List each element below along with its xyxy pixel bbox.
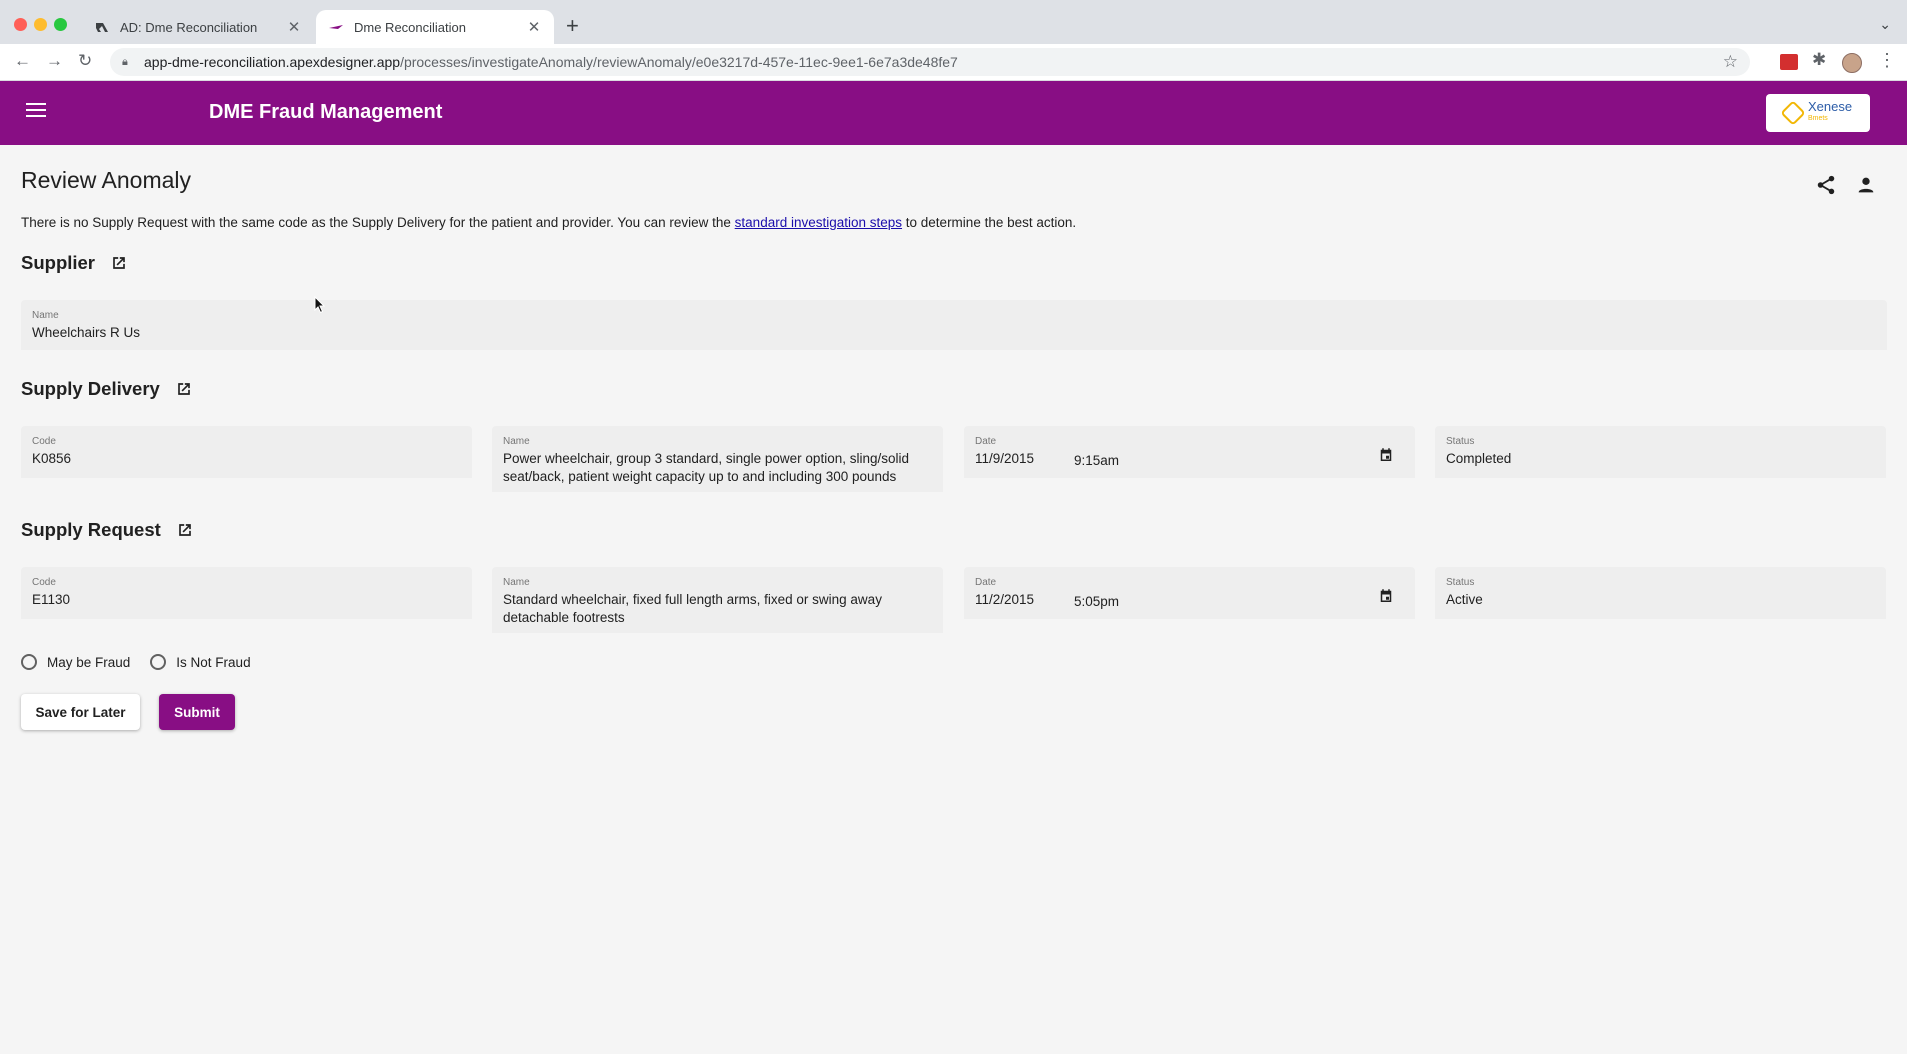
delivery-date-field[interactable]: Date 11/9/2015 9:15am	[964, 426, 1415, 478]
request-name-value: Standard wheelchair, fixed full length a…	[503, 592, 882, 625]
standard-investigation-steps-link[interactable]: standard investigation steps	[735, 215, 902, 230]
delivery-status-value: Completed	[1446, 451, 1512, 466]
calendar-icon[interactable]	[1377, 587, 1395, 605]
open-in-new-icon[interactable]	[109, 253, 129, 273]
back-arrow-icon[interactable]: ←	[14, 51, 31, 71]
request-date-value: 11/2/2015	[975, 592, 1035, 607]
is-not-fraud-radio[interactable]	[150, 654, 167, 670]
browser-tab-ad[interactable]: AD: Dme Reconciliation ✕	[82, 10, 314, 44]
request-status-value: Active	[1446, 592, 1483, 607]
supplier-name-value: Wheelchairs R Us	[32, 325, 141, 340]
extensions-puzzle-icon[interactable]: ✱	[1812, 50, 1826, 70]
request-code-value: E1130	[32, 592, 71, 607]
is-not-fraud-label[interactable]: Is Not Fraud	[176, 655, 250, 670]
url-host: app-dme-reconciliation.apexdesigner.app	[144, 54, 401, 70]
delivery-date-value: 11/9/2015	[975, 451, 1035, 466]
minimize-window-button[interactable]	[34, 18, 47, 31]
page-title: Review Anomaly	[21, 167, 192, 193]
delivery-code-value: K0856	[32, 451, 72, 466]
browser-tab-bar: AD: Dme Reconciliation ✕ Dme Reconciliat…	[0, 0, 1907, 44]
maximize-window-button[interactable]	[54, 18, 67, 31]
url-path: /processes/investigateAnomaly/reviewAnom…	[400, 54, 958, 70]
bookmark-star-icon[interactable]: ☆	[1723, 52, 1738, 72]
profile-avatar[interactable]	[1842, 53, 1862, 73]
calendar-icon[interactable]	[1377, 446, 1395, 464]
submit-button[interactable]: Submit	[159, 694, 235, 730]
close-tab-icon[interactable]: ✕	[526, 18, 542, 36]
open-in-new-icon[interactable]	[175, 520, 195, 540]
supply-request-section-title: Supply Request	[21, 519, 195, 541]
apex-favicon-icon	[328, 19, 344, 35]
mouse-cursor-icon	[314, 296, 326, 314]
logo-mark-icon	[1780, 100, 1806, 126]
hamburger-menu-icon[interactable]	[26, 103, 46, 119]
request-code-field[interactable]: Code E1130	[21, 567, 472, 619]
browser-toolbar: ← → ↻ 🔒︎ app-dme-reconciliation.apexdesi…	[0, 44, 1907, 81]
company-logo: Xenese Bmets	[1766, 94, 1870, 132]
tab-search-chevron-icon[interactable]: ⌄	[1879, 16, 1891, 33]
intro-text: There is no Supply Request with the same…	[21, 215, 1077, 230]
request-status-field[interactable]: Status Active	[1435, 567, 1886, 619]
delivery-name-field[interactable]: Name Power wheelchair, group 3 standard,…	[492, 426, 943, 492]
delivery-time-value[interactable]: 9:15am	[1074, 453, 1119, 468]
apex-favicon-icon	[94, 19, 110, 35]
delivery-status-field[interactable]: Status Completed	[1435, 426, 1886, 478]
save-for-later-button[interactable]: Save for Later	[21, 694, 140, 730]
address-bar[interactable]: 🔒︎ app-dme-reconciliation.apexdesigner.a…	[110, 48, 1750, 76]
forward-arrow-icon[interactable]: →	[46, 51, 63, 71]
share-icon[interactable]	[1815, 174, 1837, 196]
browser-menu-icon[interactable]: ⋮	[1878, 50, 1896, 71]
tab-title: AD: Dme Reconciliation	[120, 19, 258, 35]
supply-delivery-section-title: Supply Delivery	[21, 378, 194, 400]
supplier-section-title: Supplier	[21, 252, 129, 274]
app-title: DME Fraud Management	[209, 101, 443, 123]
logo-text: Xenese	[1807, 99, 1853, 114]
may-be-fraud-label[interactable]: May be Fraud	[47, 655, 130, 670]
person-icon[interactable]	[1855, 174, 1877, 196]
browser-tab-dme[interactable]: Dme Reconciliation ✕	[316, 10, 554, 44]
reload-icon[interactable]: ↻	[78, 51, 92, 71]
delivery-code-field[interactable]: Code K0856	[21, 426, 472, 478]
open-in-new-icon[interactable]	[174, 379, 194, 399]
new-tab-button[interactable]: +	[566, 15, 579, 37]
request-date-field[interactable]: Date 11/2/2015 5:05pm	[964, 567, 1415, 619]
app-header: DME Fraud Management Xenese Bmets	[0, 81, 1907, 145]
delivery-name-value: Power wheelchair, group 3 standard, sing…	[503, 451, 909, 484]
close-tab-icon[interactable]: ✕	[286, 18, 302, 36]
request-name-field[interactable]: Name Standard wheelchair, fixed full len…	[492, 567, 943, 633]
may-be-fraud-radio[interactable]	[21, 654, 37, 670]
fraud-decision-group: May be Fraud Is Not Fraud	[21, 654, 271, 670]
close-window-button[interactable]	[14, 18, 27, 31]
is-not-fraud-option[interactable]: Is Not Fraud	[150, 654, 251, 670]
tab-title: Dme Reconciliation	[354, 19, 466, 35]
request-time-value[interactable]: 5:05pm	[1074, 594, 1119, 609]
extension-icon[interactable]	[1780, 54, 1798, 70]
logo-subtext: Bmets	[1807, 115, 1828, 122]
lock-icon: 🔒︎	[122, 55, 128, 68]
may-be-fraud-option[interactable]: May be Fraud	[21, 654, 130, 670]
supplier-name-field[interactable]: Name Wheelchairs R Us	[21, 300, 1887, 350]
